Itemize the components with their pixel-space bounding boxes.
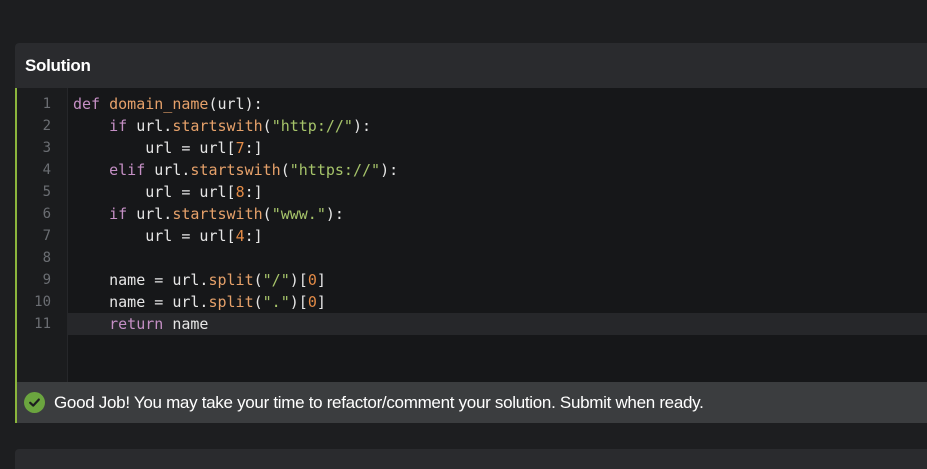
code-line[interactable]: elif url.startswith("https://"): [73, 159, 927, 181]
code-token: ( [262, 117, 272, 135]
next-panel [15, 449, 927, 469]
code-token: "http://" [271, 117, 353, 135]
code-content[interactable]: def domain_name(url): if url.startswith(… [67, 93, 927, 335]
code-token: name [172, 315, 209, 333]
code-line[interactable]: if url.startswith("www."): [73, 203, 927, 225]
line-numbers: 1 2 3 4 5 6 7 8 9 10 11 [17, 93, 51, 335]
solution-panel: Solution 1 2 3 4 5 6 7 8 9 10 11 def domain_name(u… [15, 43, 927, 423]
code-token: :] [244, 183, 263, 201]
code-token: url = url[ [73, 227, 236, 245]
code-token: elif [109, 161, 155, 179]
code-token: 0 [307, 271, 317, 289]
code-token: url = url[ [73, 139, 236, 157]
code-token: (url): [208, 95, 263, 113]
code-token: ( [262, 205, 272, 223]
code-token: )[ [289, 293, 308, 311]
code-token: ( [280, 161, 290, 179]
code-line[interactable]: url = url[4:] [73, 225, 927, 247]
line-number: 3 [42, 140, 51, 156]
code-token: ] [316, 293, 326, 311]
success-status-bar: Good Job! You may take your time to refa… [15, 382, 927, 423]
line-number: 1 [42, 96, 51, 112]
code-token: if [109, 205, 137, 223]
code-token: url = url[ [73, 183, 236, 201]
code-token: ): [352, 117, 372, 135]
code-token: "/" [262, 271, 290, 289]
code-token: name = url. [73, 271, 209, 289]
code-line[interactable]: name = url.split(".")[0] [73, 291, 927, 313]
code-line[interactable]: url = url[7:] [73, 137, 927, 159]
code-token: split [208, 271, 254, 289]
code-token: ): [380, 161, 399, 179]
check-circle-icon [24, 392, 45, 413]
code-token: url. [154, 161, 191, 179]
code-line[interactable]: def domain_name(url): [73, 93, 927, 115]
code-line[interactable]: if url.startswith("http://"): [73, 115, 927, 137]
code-token: split [208, 293, 254, 311]
line-number: 2 [42, 118, 51, 134]
code-token: "www." [271, 205, 326, 223]
code-token: startswith [172, 205, 263, 223]
line-number: 8 [42, 250, 51, 266]
code-token: name = url. [73, 293, 209, 311]
code-token: :] [244, 139, 263, 157]
code-token: return [109, 315, 173, 333]
code-token: url. [136, 205, 173, 223]
line-number: 11 [34, 316, 51, 332]
code-token: )[ [289, 271, 308, 289]
code-line[interactable]: url = url[8:] [73, 181, 927, 203]
code-line[interactable]: return name [67, 313, 927, 335]
code-token: startswith [172, 117, 263, 135]
code-token: def [73, 95, 110, 113]
status-message: Good Job! You may take your time to refa… [54, 392, 704, 412]
code-token: startswith [190, 161, 281, 179]
line-number: 7 [42, 228, 51, 244]
line-number: 6 [42, 206, 51, 222]
code-token: 7 [235, 139, 245, 157]
code-editor[interactable]: 1 2 3 4 5 6 7 8 9 10 11 def domain_name(url): if u… [15, 88, 927, 382]
line-number: 4 [42, 162, 51, 178]
solution-header: Solution [15, 43, 927, 88]
code-token: url. [136, 117, 173, 135]
code-token: ( [253, 271, 263, 289]
code-token: 8 [235, 183, 245, 201]
line-number: 5 [42, 184, 51, 200]
code-token: :] [244, 227, 263, 245]
code-line[interactable]: ​ [73, 247, 927, 269]
code-line[interactable]: name = url.split("/")[0] [73, 269, 927, 291]
panel-title: Solution [25, 55, 91, 75]
code-token: if [109, 117, 137, 135]
code-token: domain_name [109, 95, 209, 113]
line-number: 10 [34, 294, 51, 310]
code-token: "https://" [289, 161, 381, 179]
code-token: ( [253, 293, 263, 311]
code-token: ] [316, 271, 326, 289]
line-number-gutter: 1 2 3 4 5 6 7 8 9 10 11 [17, 88, 68, 382]
code-token: "." [262, 293, 290, 311]
line-number: 9 [42, 272, 51, 288]
code-token: ): [325, 205, 344, 223]
code-token: 0 [307, 293, 317, 311]
code-token: 4 [235, 227, 245, 245]
